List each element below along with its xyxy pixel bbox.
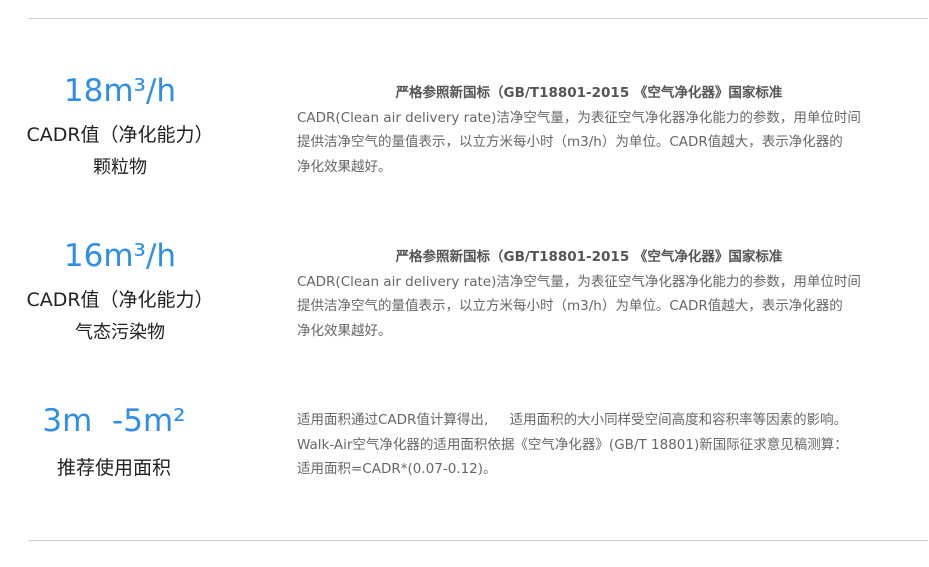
- pollutant-type: 气态污染物: [75, 321, 165, 343]
- description-line: 提供洁净空气的量值表示，以立方米每小时（m3/h）为单位。CADR值越大，表示净…: [297, 134, 843, 150]
- standard-heading: 严格参照新国标（GB/T18801-2015 《空气净化器》国家标准: [395, 85, 783, 101]
- area-value: 3m -5m²: [42, 403, 186, 439]
- spec-gaseous: 16m³/h CADR值（净化能力） 气态污染物: [0, 241, 240, 343]
- pollutant-type: 颗粒物: [93, 156, 147, 178]
- spec-description: 严格参照新国标（GB/T18801-2015 《空气净化器》国家标准 CADR(…: [297, 81, 875, 179]
- description-line: Walk-Air空气净化器的适用面积依据《空气净化器》(GB/T 18801)新…: [297, 436, 848, 453]
- cadr-label: CADR值（净化能力）: [26, 124, 214, 146]
- area-description: 适用面积通过CADR值计算得出, 适用面积的大小同样受空间高度和容积率等因素的影…: [297, 408, 875, 482]
- spec-area: 3m -5m² 推荐使用面积: [0, 406, 228, 480]
- standard-heading: 严格参照新国标（GB/T18801-2015 《空气净化器》国家标准: [395, 249, 783, 265]
- cadr-value: 16m³/h: [63, 238, 177, 274]
- description-line: 适用面积通过CADR值计算得出, 适用面积的大小同样受空间高度和容积率等因素的影…: [297, 412, 848, 428]
- description-line: CADR(Clean air delivery rate)洁净空气量，为表征空气…: [297, 273, 861, 290]
- bottom-divider: [28, 540, 928, 541]
- spec-description: 严格参照新国标（GB/T18801-2015 《空气净化器》国家标准 CADR(…: [297, 245, 875, 343]
- description-line: 适用面积=CADR*(0.07-0.12)。: [297, 461, 497, 477]
- description-line: CADR(Clean air delivery rate)洁净空气量，为表征空气…: [297, 109, 861, 126]
- cadr-value: 18m³/h: [63, 73, 177, 109]
- description-line: 提供洁净空气的量值表示，以立方米每小时（m3/h）为单位。CADR值越大，表示净…: [297, 298, 843, 314]
- spec-particulate: 18m³/h CADR值（净化能力） 颗粒物: [0, 76, 240, 178]
- cadr-label: CADR值（净化能力）: [26, 289, 214, 311]
- area-label: 推荐使用面积: [56, 457, 171, 479]
- top-divider: [28, 18, 928, 19]
- description-line: 净化效果越好。: [297, 322, 392, 339]
- description-line: 净化效果越好。: [297, 158, 392, 175]
